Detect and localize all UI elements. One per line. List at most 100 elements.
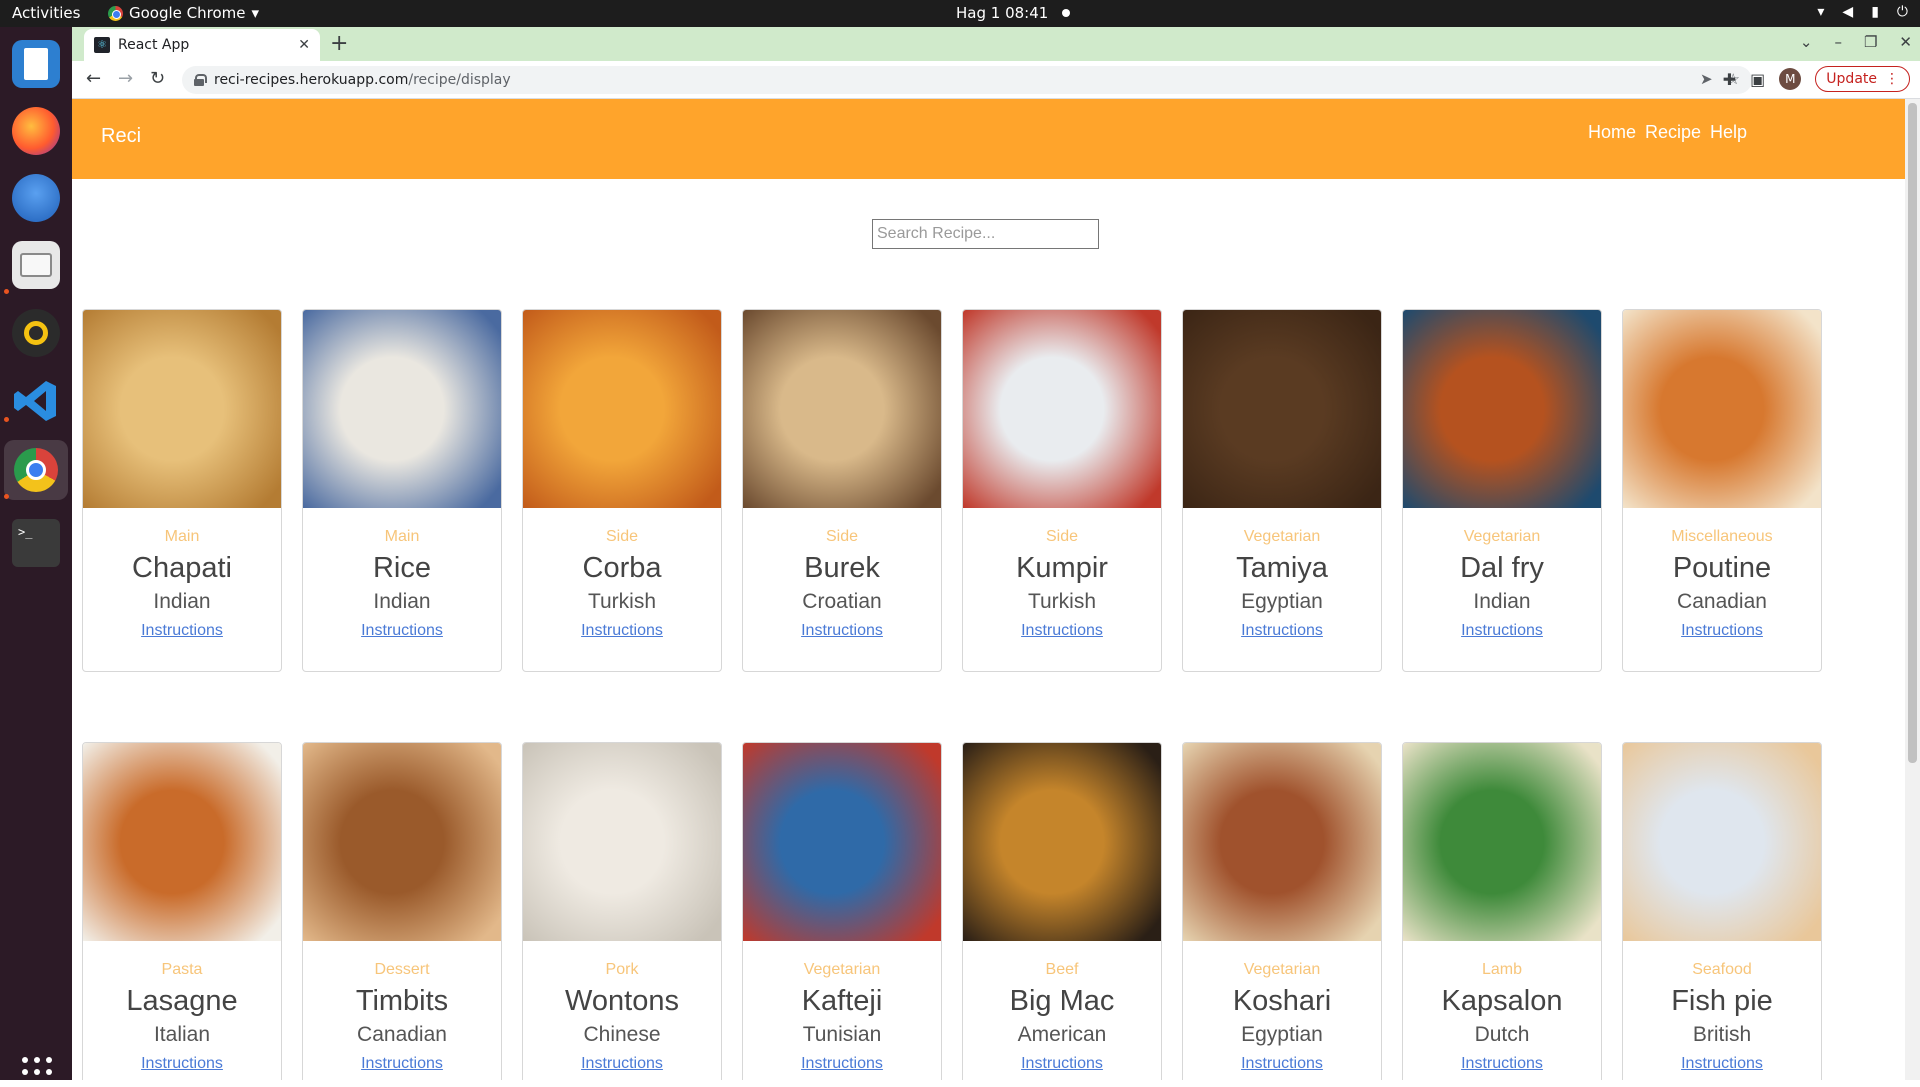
- recipe-area: Chinese: [583, 1023, 661, 1046]
- update-button[interactable]: Update ⋮: [1815, 66, 1910, 92]
- recipe-name: Wontons: [565, 985, 679, 1017]
- recipe-photo: [1403, 310, 1601, 508]
- volume-icon: ◀: [1842, 4, 1854, 20]
- recipe-area: Canadian: [357, 1023, 447, 1046]
- recipe-photo: [1623, 743, 1821, 941]
- recipe-card: Side Burek Croatian Instructions: [742, 309, 942, 672]
- restore-icon[interactable]: ❐: [1864, 33, 1877, 51]
- tab-react-app[interactable]: ⚛ React App ✕: [84, 29, 320, 61]
- wifi-icon: ▾: [1817, 4, 1825, 20]
- recipe-area: Egyptian: [1241, 1023, 1323, 1046]
- profile-avatar[interactable]: M: [1779, 68, 1802, 90]
- recipe-card: Miscellaneous Poutine Canadian Instructions: [1622, 309, 1822, 672]
- instructions-link[interactable]: Instructions: [581, 1055, 663, 1073]
- clock-text: Hag 1 08:41: [956, 4, 1049, 22]
- send-tab-icon[interactable]: ➤: [1700, 70, 1713, 88]
- google-chrome-icon[interactable]: [4, 440, 68, 500]
- nav-recipe[interactable]: Recipe: [1645, 122, 1701, 143]
- recipe-photo: [1183, 743, 1381, 941]
- recipe-area: Croatian: [802, 590, 882, 613]
- recipe-card: Vegetarian Tamiya Egyptian Instructions: [1182, 309, 1382, 672]
- forward-icon[interactable]: →: [118, 68, 133, 89]
- page-viewport: Reci Home Recipe Help Main Chapati Indian I…: [72, 99, 1905, 1080]
- instructions-link[interactable]: Instructions: [1681, 622, 1763, 640]
- instructions-link[interactable]: Instructions: [801, 622, 883, 640]
- url-host: reci-recipes.herokuapp.com: [214, 72, 409, 88]
- instructions-link[interactable]: Instructions: [581, 622, 663, 640]
- instructions-link[interactable]: Instructions: [1021, 1055, 1103, 1073]
- recipe-card: Dessert Timbits Canadian Instructions: [302, 742, 502, 1080]
- scrollbar-thumb[interactable]: [1908, 103, 1917, 763]
- notification-dot-icon: [1062, 9, 1071, 17]
- recipe-card: Main Chapati Indian Instructions: [82, 309, 282, 672]
- recipe-card: Vegetarian Kafteji Tunisian Instructions: [742, 742, 942, 1080]
- system-tray[interactable]: ▾ ◀ ▮ ⏻: [1817, 4, 1908, 20]
- instructions-link[interactable]: Instructions: [1461, 1055, 1543, 1073]
- url-path: /recipe/display: [408, 72, 511, 88]
- address-bar[interactable]: reci-recipes.herokuapp.com/recipe/displa…: [182, 66, 1752, 94]
- recipe-card: Beef Big Mac American Instructions: [962, 742, 1162, 1080]
- clock[interactable]: Hag 1 08:41: [956, 4, 1071, 22]
- thunderbird-icon[interactable]: [12, 174, 60, 222]
- brand-logo[interactable]: Reci: [101, 125, 141, 148]
- chevron-down-icon: ▾: [251, 4, 260, 22]
- recipe-card: Pasta Lasagne Italian Instructions: [82, 742, 282, 1080]
- vscode-icon[interactable]: [12, 377, 60, 425]
- terminal-icon[interactable]: >_: [12, 519, 60, 567]
- activities-button[interactable]: Activities: [12, 4, 80, 22]
- show-applications-icon[interactable]: [22, 1057, 52, 1087]
- recipe-photo: [743, 743, 941, 941]
- close-window-icon[interactable]: ✕: [1899, 33, 1912, 51]
- recipe-name: Burek: [804, 552, 880, 584]
- instructions-link[interactable]: Instructions: [141, 622, 223, 640]
- side-panel-icon[interactable]: ▣: [1750, 70, 1765, 89]
- instructions-link[interactable]: Instructions: [1021, 622, 1103, 640]
- app-menu[interactable]: Google Chrome ▾: [108, 4, 259, 22]
- recipe-category: Beef: [1045, 961, 1079, 978]
- recipe-photo: [1623, 310, 1821, 508]
- files-icon[interactable]: [12, 241, 60, 289]
- reload-icon[interactable]: ↻: [150, 68, 165, 89]
- rhythmbox-icon[interactable]: [12, 309, 60, 357]
- instructions-link[interactable]: Instructions: [801, 1055, 883, 1073]
- instructions-link[interactable]: Instructions: [361, 1055, 443, 1073]
- instructions-link[interactable]: Instructions: [1241, 1055, 1323, 1073]
- recipe-area: British: [1692, 1023, 1752, 1046]
- firefox-icon[interactable]: [12, 107, 60, 155]
- recipe-photo: [743, 310, 941, 508]
- app-menu-label: Google Chrome: [129, 4, 246, 22]
- recipe-category: Vegetarian: [1463, 528, 1541, 545]
- recipe-name: Kumpir: [1016, 552, 1108, 584]
- recipe-name: Timbits: [355, 985, 449, 1017]
- new-tab-button[interactable]: +: [330, 31, 348, 56]
- minimize-icon[interactable]: –: [1834, 33, 1842, 51]
- extensions-icon[interactable]: ✚: [1723, 70, 1736, 89]
- back-icon[interactable]: ←: [86, 68, 101, 89]
- instructions-link[interactable]: Instructions: [141, 1055, 223, 1073]
- instructions-link[interactable]: Instructions: [1241, 622, 1323, 640]
- page-scrollbar[interactable]: [1905, 99, 1920, 1080]
- nav-help[interactable]: Help: [1710, 122, 1747, 143]
- recipe-name: Poutine: [1672, 552, 1772, 584]
- recipe-name: Tamiya: [1236, 552, 1328, 584]
- nav-home[interactable]: Home: [1588, 122, 1636, 143]
- recipe-photo: [303, 310, 501, 508]
- close-tab-icon[interactable]: ✕: [298, 37, 310, 53]
- libreoffice-writer-icon[interactable]: [12, 40, 60, 88]
- recipe-name: Lasagne: [126, 985, 238, 1017]
- instructions-link[interactable]: Instructions: [1461, 622, 1543, 640]
- search-input[interactable]: [872, 219, 1099, 249]
- recipe-name: Corba: [582, 552, 662, 584]
- recipe-area: Italian: [153, 1023, 211, 1046]
- recipe-photo: [1403, 743, 1601, 941]
- instructions-link[interactable]: Instructions: [1681, 1055, 1763, 1073]
- instructions-link[interactable]: Instructions: [361, 622, 443, 640]
- recipe-photo: [303, 743, 501, 941]
- react-favicon-icon: ⚛: [94, 37, 110, 53]
- system-top-bar: Activities Google Chrome ▾ Hag 1 08:41 ▾…: [0, 0, 1920, 27]
- recipe-name: Fish pie: [1671, 985, 1773, 1017]
- recipe-category: Main: [384, 528, 420, 545]
- browser-toolbar: ← → ↻ reci-recipes.herokuapp.com/recipe/…: [72, 61, 1920, 99]
- recipe-name: Koshari: [1232, 985, 1332, 1017]
- tab-search-icon[interactable]: ⌄: [1800, 33, 1813, 51]
